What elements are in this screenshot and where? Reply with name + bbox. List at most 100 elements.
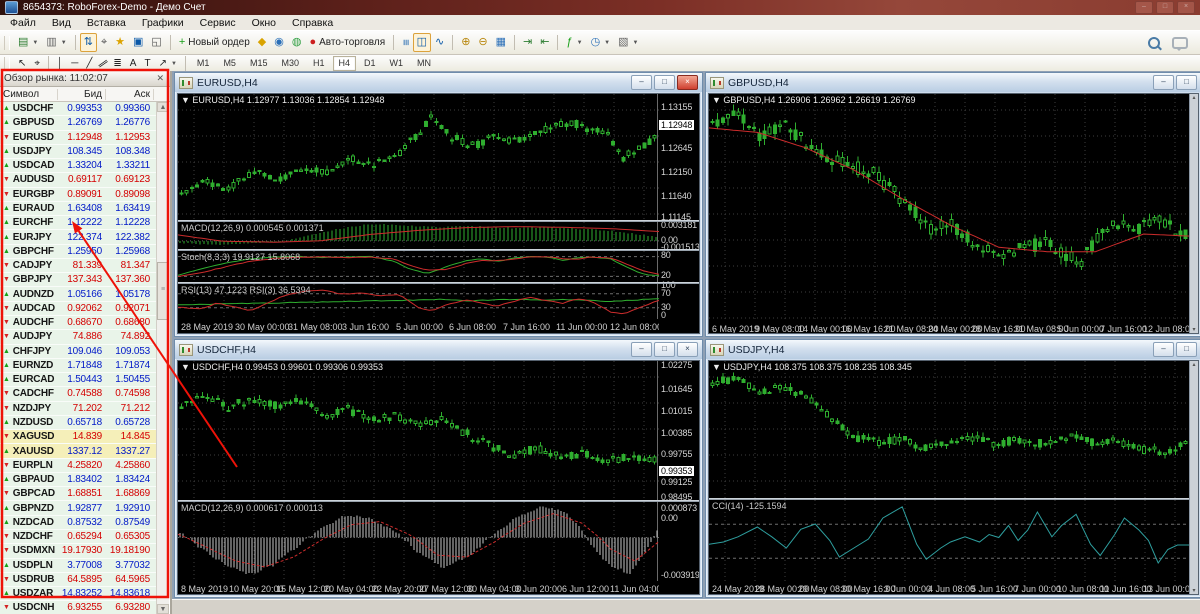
market-row-audusd[interactable]: ▼ AUDUSD 0.69117 0.69123 <box>0 173 156 188</box>
market-row-eurjpy[interactable]: ▲ EURJPY 122.374 122.382 <box>0 230 156 245</box>
market-row-audjpy[interactable]: ▼ AUDJPY 74.886 74.892 <box>0 330 156 345</box>
minimize-chart-button[interactable]: – <box>631 342 652 357</box>
restore-chart-button[interactable]: □ <box>1176 342 1197 357</box>
market-row-xauusd[interactable]: ▲ XAUUSD 1337.12 1337.27 <box>0 444 156 459</box>
terminal-button[interactable]: ▣ <box>129 33 147 52</box>
chart-area[interactable]: 1.02275 1.01645 1.01015 1.00385 0.99755 0.993… <box>177 360 700 595</box>
new-chart-button[interactable]: ▤ ▼ <box>14 33 42 52</box>
column-header-bid[interactable]: Бид <box>58 88 106 100</box>
candlestick-chart-button[interactable]: ◫ <box>412 33 431 52</box>
restore-chart-button[interactable]: □ <box>654 75 675 90</box>
market-row-gbpnzd[interactable]: ▲ GBPNZD 1.92877 1.92910 <box>0 501 156 516</box>
minimize-window-icon[interactable]: – <box>1135 1 1153 14</box>
timeframe-h1[interactable]: H1 <box>307 56 331 71</box>
chart-window-titlebar[interactable]: USDCHF,H4 – □ × <box>175 340 702 359</box>
market-watch-toggle-button[interactable]: ⇅ <box>79 33 97 52</box>
menu-item-help[interactable]: Справка <box>284 16 341 30</box>
market-row-audnzd[interactable]: ▲ AUDNZD 1.05166 1.05178 <box>0 287 156 302</box>
market-row-eurchf[interactable]: ▲ EURCHF 1.12222 1.12228 <box>0 216 156 231</box>
indicators-button[interactable]: ƒ ▼ <box>562 33 586 52</box>
market-row-nzdusd[interactable]: ▲ NZDUSD 0.65718 0.65728 <box>0 415 156 431</box>
market-row-eurcad[interactable]: ▲ EURCAD 1.50443 1.50455 <box>0 373 156 388</box>
scrollbar-thumb[interactable]: ≡ <box>157 262 169 320</box>
market-row-nzdcad[interactable]: ▲ NZDCAD 0.87532 0.87549 <box>0 515 156 530</box>
autotrading-button[interactable]: ● Авто-торговля <box>305 33 389 52</box>
strategy-tester-button[interactable]: ◱ <box>147 33 165 52</box>
tile-windows-button[interactable]: ▦ <box>492 33 510 52</box>
zoom-out-button[interactable]: ⊖ <box>474 33 491 52</box>
bars-chart-button[interactable]: ≡ <box>398 33 412 52</box>
market-row-nzdchf[interactable]: ▼ NZDCHF 0.65294 0.65305 <box>0 529 156 545</box>
chart-window-gbpusd[interactable]: GBPUSD,H4 – □ ▼ GBPUSD,H4 1.26906 1.26962 1… <box>705 72 1200 337</box>
market-watch-scrollbar[interactable]: ▲ ≡ ▼ <box>156 102 169 614</box>
market-row-gbpusd[interactable]: ▲ GBPUSD 1.26769 1.26776 <box>0 116 156 131</box>
market-row-chfjpy[interactable]: ▲ CHFJPY 109.046 109.053 <box>0 344 156 359</box>
close-chart-button[interactable]: × <box>677 342 698 357</box>
indicator-pane[interactable]: Stoch(8,3,3) 19.9127 15.8068 <box>178 251 659 282</box>
market-row-eurnzd[interactable]: ▲ EURNZD 1.71848 1.71874 <box>0 358 156 374</box>
chart-window-titlebar[interactable]: GBPUSD,H4 – □ <box>706 73 1200 92</box>
zoom-in-button[interactable]: ⊕ <box>457 33 474 52</box>
chart-area[interactable]: ▼ USDJPY,H4 108.375 108.375 108.235 108.… <box>708 360 1199 595</box>
chart-window-usdchf[interactable]: USDCHF,H4 – □ × 1.02275 1.01645 1.01015 1.00385… <box>174 339 703 598</box>
maximize-window-icon[interactable]: □ <box>1156 1 1174 14</box>
market-watch-titlebar[interactable]: Обзор рынка: 11:02:07 ✕ <box>0 71 170 87</box>
new-order-button[interactable]: + Новый ордер <box>175 33 254 52</box>
market-row-usdjpy[interactable]: ▲ USDJPY 108.345 108.348 <box>0 144 156 160</box>
menu-item-file[interactable]: Файл <box>2 16 44 30</box>
market-row-gbpchf[interactable]: ▲ GBPCHF 1.25950 1.25968 <box>0 244 156 259</box>
chart-shift-button[interactable]: ⇤ <box>536 33 553 52</box>
line-chart-button[interactable]: ∿ <box>431 33 448 52</box>
timeframe-m30[interactable]: M30 <box>275 56 305 71</box>
indicator-pane[interactable]: CCI(14) -125.1594 <box>709 500 1192 581</box>
auto-scroll-button[interactable]: ⇥ <box>519 33 536 52</box>
price-pane[interactable]: ▼ USDJPY,H4 108.375 108.375 108.235 108.… <box>709 361 1192 498</box>
restore-chart-button[interactable]: □ <box>654 342 675 357</box>
timeframe-m5[interactable]: M5 <box>217 56 242 71</box>
search-icon[interactable] <box>1148 36 1160 49</box>
metaeditor-button[interactable]: ◆ <box>254 33 270 52</box>
chart-window-eurusd[interactable]: EURUSD,H4 – □ × 1.13155 1.12948 1.12645 1.12150… <box>174 72 703 337</box>
market-row-eurgbp[interactable]: ▼ EURGBP 0.89091 0.89098 <box>0 187 156 202</box>
timeframe-m15[interactable]: M15 <box>244 56 274 71</box>
periods-button[interactable]: ◷ ▼ <box>587 33 615 52</box>
market-row-gbpcad[interactable]: ▼ GBPCAD 1.68851 1.68869 <box>0 487 156 502</box>
menu-item-window[interactable]: Окно <box>244 16 284 30</box>
indicator-pane[interactable]: MACD(12,26,9) 0.000617 0.000113 <box>178 502 659 581</box>
timeframe-d1[interactable]: D1 <box>358 56 382 71</box>
window-titlebar[interactable]: 8654373: RoboForex-Demo - Демо Счет – □ × <box>0 0 1200 15</box>
price-pane[interactable]: ▼ EURUSD,H4 1.12977 1.13036 1.12854 1.12… <box>178 94 659 220</box>
menu-item-charts[interactable]: Графики <box>134 16 192 30</box>
column-header-symbol[interactable]: Символ <box>0 88 58 100</box>
market-row-audchf[interactable]: ▼ AUDCHF 0.68670 0.68680 <box>0 315 156 331</box>
timeframe-mn[interactable]: MN <box>411 56 437 71</box>
timeframe-h4[interactable]: H4 <box>332 56 357 71</box>
menu-item-service[interactable]: Сервис <box>192 16 244 30</box>
indicator-pane[interactable]: RSI(13) 47.1223 RSI(3) 36.5394 <box>178 284 659 319</box>
chart-window-titlebar[interactable]: USDJPY,H4 – □ <box>706 340 1200 359</box>
close-window-icon[interactable]: × <box>1177 1 1195 14</box>
chart-window-usdjpy[interactable]: USDJPY,H4 – □ ▼ USDJPY,H4 108.375 108.375 1… <box>705 339 1200 598</box>
chart-area[interactable]: 1.13155 1.12948 1.12645 1.12150 1.11640 1.111… <box>177 93 700 334</box>
market-row-euraud[interactable]: ▲ EURAUD 1.63408 1.63419 <box>0 201 156 217</box>
menu-item-view[interactable]: Вид <box>44 16 79 30</box>
profiles-button[interactable]: ▥ ▼ <box>42 33 70 52</box>
minimize-chart-button[interactable]: – <box>1153 342 1174 357</box>
market-row-xagusd[interactable]: ▼ XAGUSD 14.839 14.845 <box>0 430 156 445</box>
market-row-audcad[interactable]: ▼ AUDCAD 0.92062 0.92071 <box>0 301 156 316</box>
toolbar-drag-handle[interactable] <box>4 56 10 71</box>
price-pane[interactable]: ▼ GBPUSD,H4 1.26906 1.26962 1.26619 1.26… <box>709 94 1192 321</box>
navigator-button[interactable]: ★ <box>111 33 129 52</box>
close-panel-icon[interactable]: ✕ <box>154 73 166 84</box>
restore-chart-button[interactable]: □ <box>1176 75 1197 90</box>
scroll-up-icon[interactable]: ▲ <box>157 102 169 112</box>
chart-window-titlebar[interactable]: EURUSD,H4 – □ × <box>175 73 702 92</box>
column-header-ask[interactable]: Аск <box>106 88 154 100</box>
timeframe-m1[interactable]: M1 <box>191 56 216 71</box>
data-window-button[interactable]: ⌖ <box>97 33 111 52</box>
market-row-nzdjpy[interactable]: ▼ NZDJPY 71.202 71.212 <box>0 401 156 416</box>
price-pane[interactable]: ▼ USDCHF,H4 0.99453 0.99601 0.99306 0.99… <box>178 361 659 500</box>
market-row-eurusd[interactable]: ▼ EURUSD 1.12948 1.12953 <box>0 130 156 145</box>
mql-community-button[interactable]: ◉ <box>270 33 288 52</box>
chat-icon[interactable] <box>1172 36 1188 51</box>
